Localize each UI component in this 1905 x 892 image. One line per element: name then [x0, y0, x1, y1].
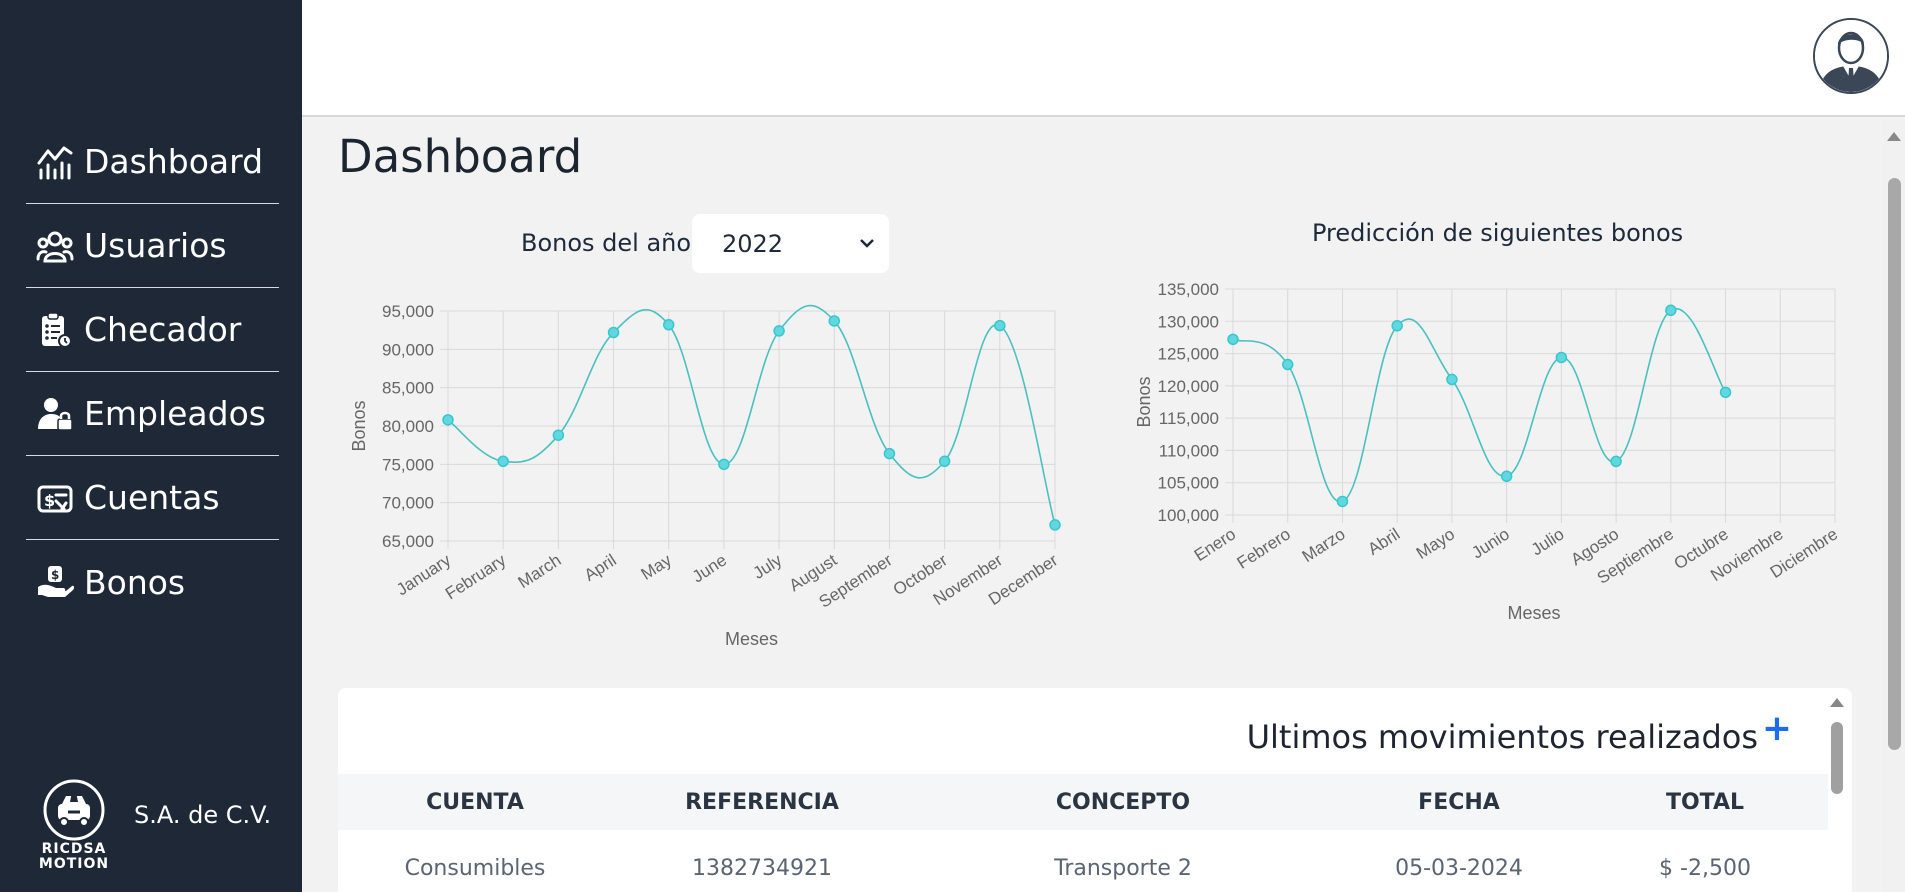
- data-point: [1446, 373, 1458, 386]
- y-axis-title: Bonos: [1134, 376, 1154, 427]
- data-point: [1665, 304, 1677, 317]
- x-tick-label: Febrero: [1234, 524, 1294, 572]
- y-tick-label: 120,000: [1158, 377, 1219, 396]
- data-point: [1719, 386, 1732, 399]
- data-point: [1227, 333, 1239, 346]
- x-tick-label: Junio: [1468, 524, 1512, 562]
- series-line: [1232, 307, 1727, 503]
- data-point: [1500, 470, 1513, 483]
- column-header-total: TOTAL: [1665, 790, 1745, 815]
- data-point: [1610, 455, 1622, 468]
- column-header-referencia: REFERENCIA: [685, 790, 839, 815]
- x-axis-title: Meses: [1507, 603, 1560, 623]
- data-point: [1391, 320, 1403, 332]
- y-tick-label: 135,000: [1158, 280, 1219, 299]
- scrollbar-thumb[interactable]: [1888, 178, 1901, 750]
- column-header-cuenta: CUENTA: [426, 790, 524, 815]
- scroll-up-arrow-icon[interactable]: [1887, 132, 1901, 141]
- movements-card: Ultimos movimientos realizados + CUENTA …: [338, 688, 1852, 892]
- scroll-up-arrow-icon[interactable]: [1830, 698, 1844, 707]
- x-tick-label: Abril: [1364, 524, 1403, 558]
- y-tick-label: 115,000: [1159, 409, 1219, 428]
- y-tick-label: 110,000: [1159, 441, 1219, 460]
- x-tick-label: Julio: [1528, 524, 1568, 559]
- movements-title: Ultimos movimientos realizados: [1246, 718, 1758, 756]
- add-movement-button[interactable]: +: [1762, 708, 1792, 749]
- table-cell-total: $ -2,500: [1659, 856, 1751, 881]
- x-tick-label: Mayo: [1413, 524, 1458, 563]
- x-tick-label: Marzo: [1299, 524, 1349, 566]
- table-cell-fecha: 05-03-2024: [1395, 856, 1523, 881]
- table-cell-cuenta: Consumibles: [404, 856, 546, 881]
- x-tick-label: Enero: [1191, 524, 1239, 565]
- table-cell-referencia: 1382734921: [692, 856, 832, 881]
- y-tick-label: 130,000: [1158, 312, 1219, 331]
- y-tick-label: 125,000: [1158, 345, 1219, 364]
- scrollbar-thumb[interactable]: [1831, 722, 1843, 794]
- data-point: [1281, 358, 1294, 371]
- y-tick-label: 100,000: [1158, 506, 1219, 525]
- data-point: [1555, 351, 1568, 364]
- y-tick-label: 105,000: [1158, 474, 1219, 493]
- column-header-concepto: CONCEPTO: [1055, 790, 1191, 815]
- data-point: [1336, 495, 1349, 508]
- table-cell-concepto: Transporte 2: [1054, 856, 1192, 881]
- page-scrollbar[interactable]: [1884, 120, 1905, 892]
- column-header-fecha: FECHA: [1418, 790, 1500, 815]
- table-scrollbar[interactable]: [1826, 698, 1848, 892]
